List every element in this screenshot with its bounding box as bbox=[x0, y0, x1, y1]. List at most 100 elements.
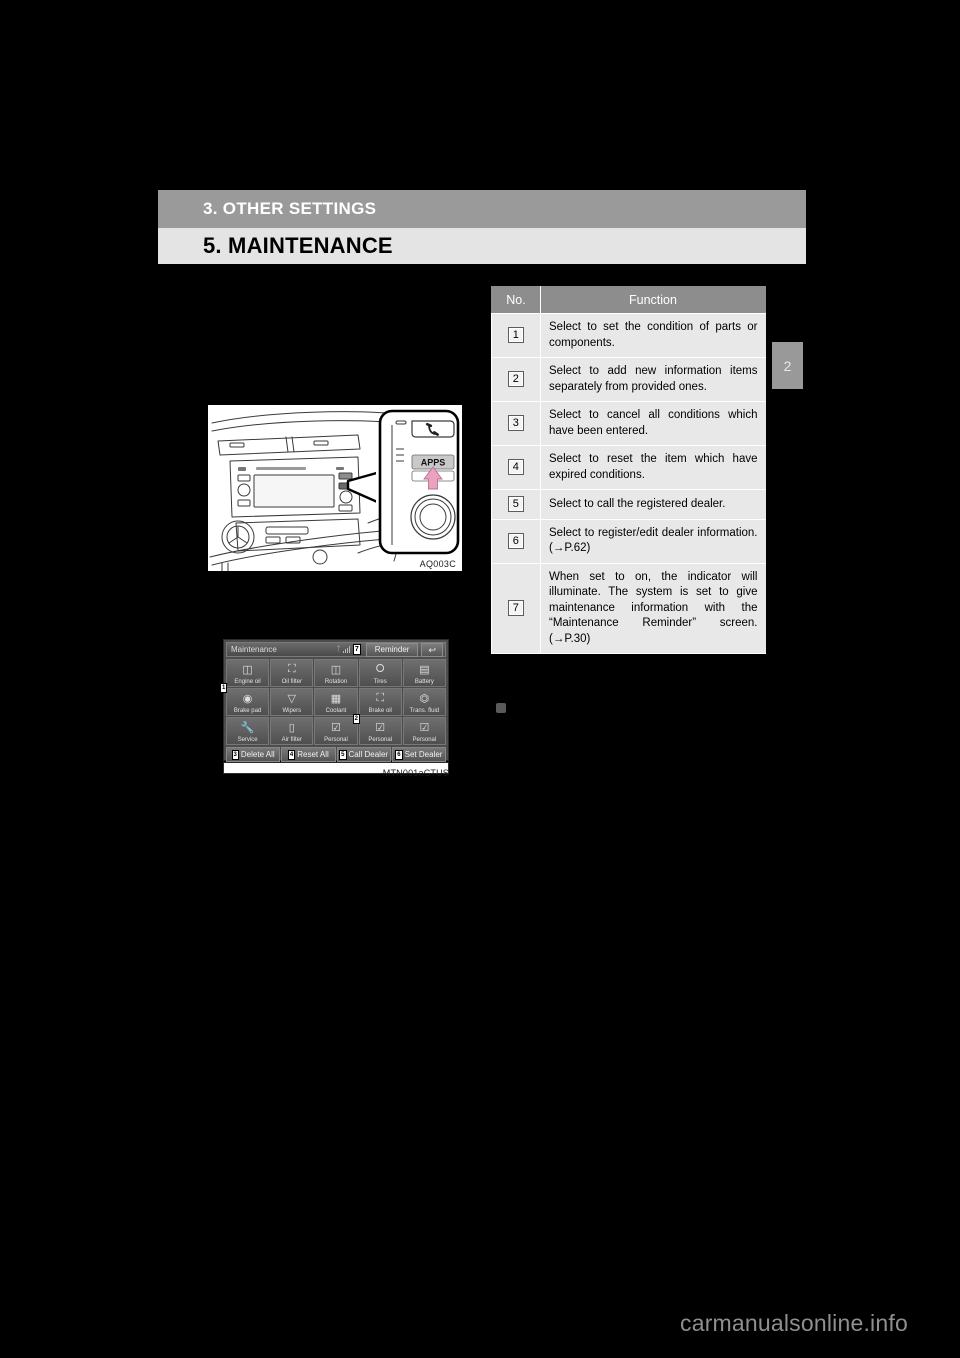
column-header-function: Function bbox=[540, 286, 766, 314]
grid-item[interactable]: ☑ Personal 2 bbox=[352, 714, 402, 745]
call-dealer-button[interactable]: 5 Call Dealer bbox=[336, 747, 391, 762]
row-function-cell: Select to add new information items sepa… bbox=[540, 357, 766, 403]
row-number-cell: 3 bbox=[491, 401, 541, 447]
apps-button-label: APPS bbox=[421, 458, 446, 468]
grid-item[interactable]: ⛶ Brake oil bbox=[358, 688, 402, 716]
row-function-cell: Select to register/edit dealer informati… bbox=[540, 519, 766, 564]
row-number-cell: 6 bbox=[491, 519, 541, 564]
signal-bars-icon bbox=[342, 646, 351, 653]
tire-icon: ⭘ bbox=[375, 663, 385, 675]
number-badge: 4 bbox=[507, 459, 524, 476]
page-title: 5. MAINTENANCE bbox=[203, 233, 393, 258]
grid-item[interactable]: ▯ Air filter bbox=[270, 717, 314, 745]
grid-item[interactable]: ◫ Rotation bbox=[314, 659, 358, 687]
dashboard-drawing: APPS bbox=[208, 405, 462, 571]
maintenance-item-grid: ◫ Engine oil ⛶ Oil filter ◫ Rotation ⭘ Tires… bbox=[220, 659, 446, 745]
screen-callout-5: 5 bbox=[339, 749, 347, 760]
screen-callout-2: 2 bbox=[352, 714, 360, 724]
delete-all-label: Delete All bbox=[240, 750, 275, 759]
table-row: 7 When set to on, the indicator will ill… bbox=[491, 563, 766, 655]
air-filter-icon: ▯ bbox=[288, 722, 295, 734]
at-fluid-icon: ⏣ bbox=[419, 693, 430, 705]
screen-title-bar: Maintenance ᛏ 7 Reminder ↩ bbox=[226, 642, 446, 657]
check-circle-icon: ☑ bbox=[419, 722, 430, 734]
reminder-tab-button[interactable]: Reminder bbox=[365, 642, 419, 657]
set-dealer-button[interactable]: 6 Set Dealer bbox=[391, 747, 446, 762]
table-header-row: No. Function bbox=[491, 286, 766, 314]
maintenance-screen-figure: Maintenance ᛏ 7 Reminder ↩ ◫ Engine oil ⛶… bbox=[220, 639, 449, 762]
reset-all-label: Reset All bbox=[297, 750, 329, 759]
battery-icon: ▤ bbox=[419, 664, 430, 676]
row-number-cell: 2 bbox=[491, 357, 541, 403]
set-dealer-label: Set Dealer bbox=[404, 750, 443, 759]
table-row: 4 Select to reset the item which have ex… bbox=[491, 445, 766, 491]
table-row: 2 Select to add new information items se… bbox=[491, 357, 766, 403]
table-row: 6 Select to register/edit dealer informa… bbox=[491, 519, 766, 564]
screen-callout-1: 1 bbox=[220, 683, 228, 693]
row-number-cell: 1 bbox=[491, 313, 541, 359]
screen-callout-6: 6 bbox=[395, 749, 403, 760]
number-badge: 7 bbox=[507, 600, 524, 617]
wrench-icon: 🔧 bbox=[240, 722, 255, 734]
section-header-bar: 5. MAINTENANCE bbox=[158, 228, 806, 264]
check-circle-icon: ☑ bbox=[375, 722, 386, 734]
grid-item[interactable]: ▤ Battery bbox=[402, 659, 446, 687]
row-number-cell: 7 bbox=[491, 563, 541, 655]
function-table: No. Function 1 Select to set the conditi… bbox=[491, 286, 766, 655]
screen-title: Maintenance bbox=[231, 645, 277, 654]
radiator-icon: ▦ bbox=[330, 693, 342, 705]
grid-item[interactable]: ⏣ Trans. fluid bbox=[402, 688, 446, 716]
screen-callout-3: 3 bbox=[231, 749, 239, 760]
chapter-title: 3. OTHER SETTINGS bbox=[203, 199, 377, 218]
chapter-index-tab: 2 bbox=[772, 342, 803, 389]
row-function-cell: Select to reset the item which have expi… bbox=[540, 445, 766, 491]
figure-caption-dashboard: AQ003C bbox=[419, 559, 456, 569]
grid-item[interactable]: ☑ Personal bbox=[314, 717, 358, 745]
screen-callout-4: 4 bbox=[287, 749, 296, 760]
tire-rotation-icon: ◫ bbox=[330, 664, 342, 676]
dashboard-illustration: APPS AQ003C bbox=[206, 403, 464, 573]
oil-can-icon: ◫ bbox=[242, 664, 253, 676]
figure-caption-screen: MTN001aCTUS bbox=[382, 768, 449, 778]
number-badge: 2 bbox=[507, 371, 524, 388]
wiper-blade-icon: ▽ bbox=[287, 693, 297, 705]
number-badge: 3 bbox=[507, 415, 524, 432]
brake-fluid-icon: ⛶ bbox=[376, 692, 385, 704]
row-number-cell: 4 bbox=[491, 445, 541, 491]
delete-all-button[interactable]: 3 Delete All bbox=[226, 747, 281, 762]
check-circle-icon: ☑ bbox=[331, 722, 341, 734]
back-arrow-icon[interactable]: ↩ bbox=[421, 642, 443, 657]
site-watermark: carmanualsonline.info bbox=[680, 1310, 908, 1336]
bullet-marker bbox=[496, 703, 506, 713]
number-badge: 6 bbox=[507, 532, 524, 549]
chapter-header-bar: 3. OTHER SETTINGS bbox=[158, 190, 806, 228]
screen-callout-7: 7 bbox=[352, 644, 361, 655]
call-dealer-label: Call Dealer bbox=[348, 750, 389, 759]
grid-item[interactable]: ⭘ Tires bbox=[358, 659, 402, 687]
bluetooth-icon: ᛏ bbox=[336, 646, 341, 653]
row-function-cell: When set to on, the indicator will illum… bbox=[540, 563, 766, 655]
grid-item[interactable]: ☑ Personal bbox=[402, 717, 446, 745]
table-row: 1 Select to set the condition of parts o… bbox=[491, 313, 766, 359]
grid-item[interactable]: ▦ Coolant bbox=[314, 688, 358, 716]
row-function-cell: Select to call the registered dealer. bbox=[540, 489, 766, 520]
magnified-panel: APPS bbox=[378, 409, 460, 555]
grid-item[interactable]: 🔧 Service bbox=[226, 717, 270, 745]
column-header-no: No. bbox=[491, 286, 541, 314]
row-function-cell: Select to cancel all conditions which ha… bbox=[540, 401, 766, 447]
number-badge: 5 bbox=[507, 496, 524, 513]
table-row: 5 Select to call the registered dealer. bbox=[491, 489, 766, 520]
status-icon-group: ᛏ 7 bbox=[337, 644, 363, 655]
row-function-cell: Select to set the condition of parts or … bbox=[540, 313, 766, 359]
number-badge: 1 bbox=[507, 327, 524, 344]
reset-all-button[interactable]: 4 Reset All bbox=[281, 747, 336, 762]
brake-disc-icon: ◉ bbox=[242, 693, 253, 705]
grid-item[interactable]: ⛶ Oil filter bbox=[270, 659, 314, 687]
row-number-cell: 5 bbox=[491, 489, 541, 520]
table-row: 3 Select to cancel all conditions which … bbox=[491, 401, 766, 447]
oil-filter-icon: ⛶ bbox=[287, 663, 296, 675]
grid-item[interactable]: ◉ Brake pad 1 bbox=[220, 683, 270, 716]
grid-item[interactable]: ◫ Engine oil bbox=[226, 659, 270, 687]
screen-bottom-bar: 3 Delete All 4 Reset All 5 Call Dealer 6… bbox=[226, 747, 446, 762]
grid-item[interactable]: ▽ Wipers bbox=[270, 688, 314, 716]
